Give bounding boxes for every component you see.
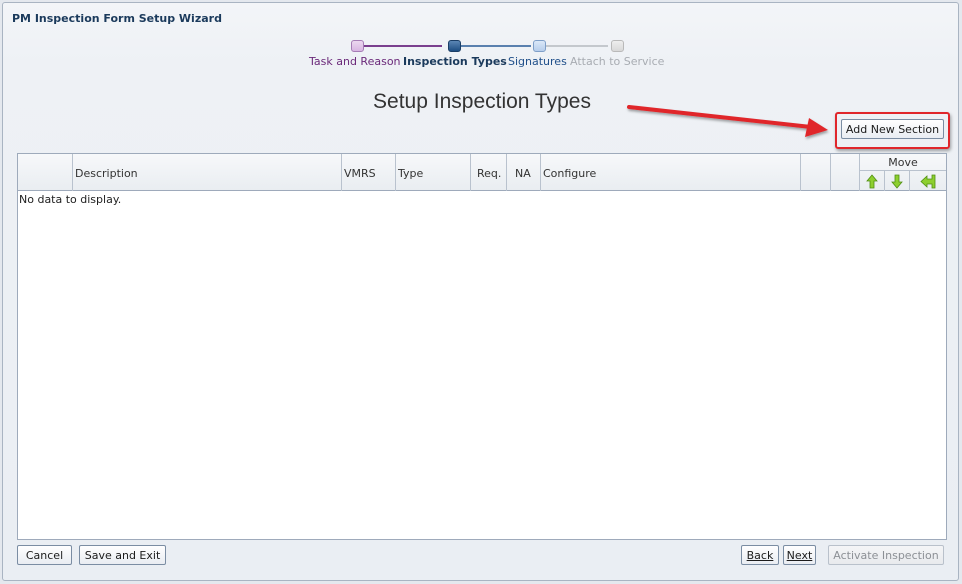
- column-header-blank: [801, 154, 831, 191]
- arrow-down-icon: [891, 174, 903, 189]
- arrow-up-icon: [866, 173, 878, 188]
- column-header-description[interactable]: Description: [73, 154, 342, 191]
- save-and-exit-button[interactable]: Save and Exit: [79, 545, 166, 565]
- train-stop-signatures[interactable]: [533, 40, 546, 52]
- back-button[interactable]: Back: [741, 545, 779, 565]
- next-button[interactable]: Next: [783, 545, 816, 565]
- train-connector: [364, 45, 442, 47]
- column-header-req[interactable]: Req.: [471, 154, 507, 191]
- wizard-title: PM Inspection Form Setup Wizard: [12, 12, 222, 25]
- add-new-section-button[interactable]: Add New Section: [841, 119, 944, 139]
- column-header-type[interactable]: Type: [396, 154, 471, 191]
- wizard-window: PM Inspection Form Setup Wizard Task and…: [2, 2, 959, 581]
- wizard-train: Task and Reason Inspection Types Signatu…: [303, 38, 665, 74]
- move-up-button[interactable]: [860, 171, 885, 191]
- train-connector: [546, 45, 608, 47]
- move-column-header: Move: [860, 154, 946, 191]
- move-reorder-button[interactable]: [910, 171, 946, 191]
- column-header-na[interactable]: NA: [507, 154, 541, 191]
- train-connector: [461, 45, 531, 47]
- column-header-select: [18, 154, 73, 191]
- train-stop-task-and-reason[interactable]: [351, 40, 364, 52]
- train-stop-attach-to-service: [611, 40, 624, 52]
- column-header-blank: [831, 154, 860, 191]
- activate-inspection-button: Activate Inspection: [828, 545, 944, 565]
- table-header: Description VMRS Type Req. NA Configure …: [18, 154, 946, 191]
- cancel-button[interactable]: Cancel: [17, 545, 72, 565]
- train-stop-inspection-types: [448, 40, 461, 52]
- train-label-signatures[interactable]: Signatures: [508, 55, 567, 68]
- move-down-button[interactable]: [885, 171, 910, 191]
- column-header-vmrs[interactable]: VMRS: [342, 154, 396, 191]
- column-header-configure[interactable]: Configure: [541, 154, 801, 191]
- train-label-inspection-types: Inspection Types: [403, 55, 507, 68]
- train-label-attach-to-service: Attach to Service: [570, 55, 665, 68]
- inspection-types-table: Description VMRS Type Req. NA Configure …: [17, 153, 947, 540]
- annotation-arrow-icon: [627, 105, 828, 137]
- reorder-icon: [920, 174, 936, 188]
- train-label-task-and-reason[interactable]: Task and Reason: [309, 55, 401, 68]
- move-title: Move: [860, 154, 946, 171]
- empty-table-message: No data to display.: [19, 193, 122, 206]
